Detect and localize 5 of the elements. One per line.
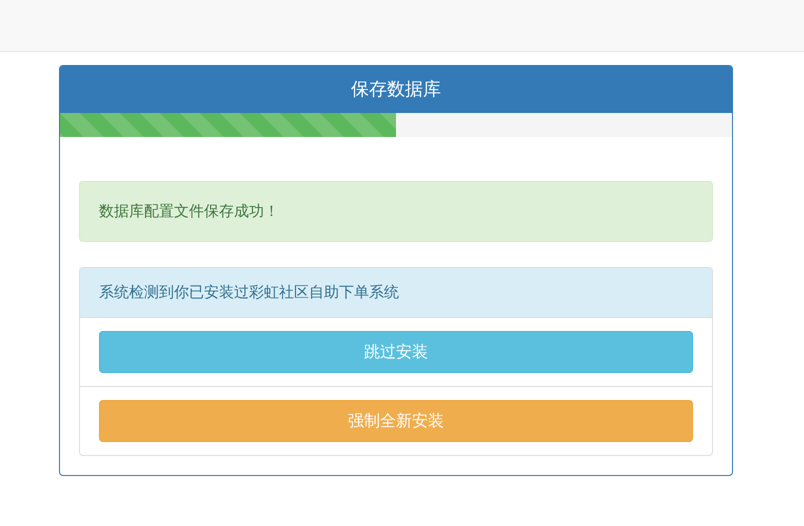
panel-title: 保存数据库 [60, 66, 732, 113]
reinstall-button[interactable]: 强制全新安装 [99, 400, 693, 442]
success-alert: 数据库配置文件保存成功！ [79, 181, 713, 242]
notice-heading: 系统检测到你已安装过彩虹社区自助下单系统 [80, 268, 712, 318]
skip-install-button[interactable]: 跳过安装 [99, 331, 693, 373]
